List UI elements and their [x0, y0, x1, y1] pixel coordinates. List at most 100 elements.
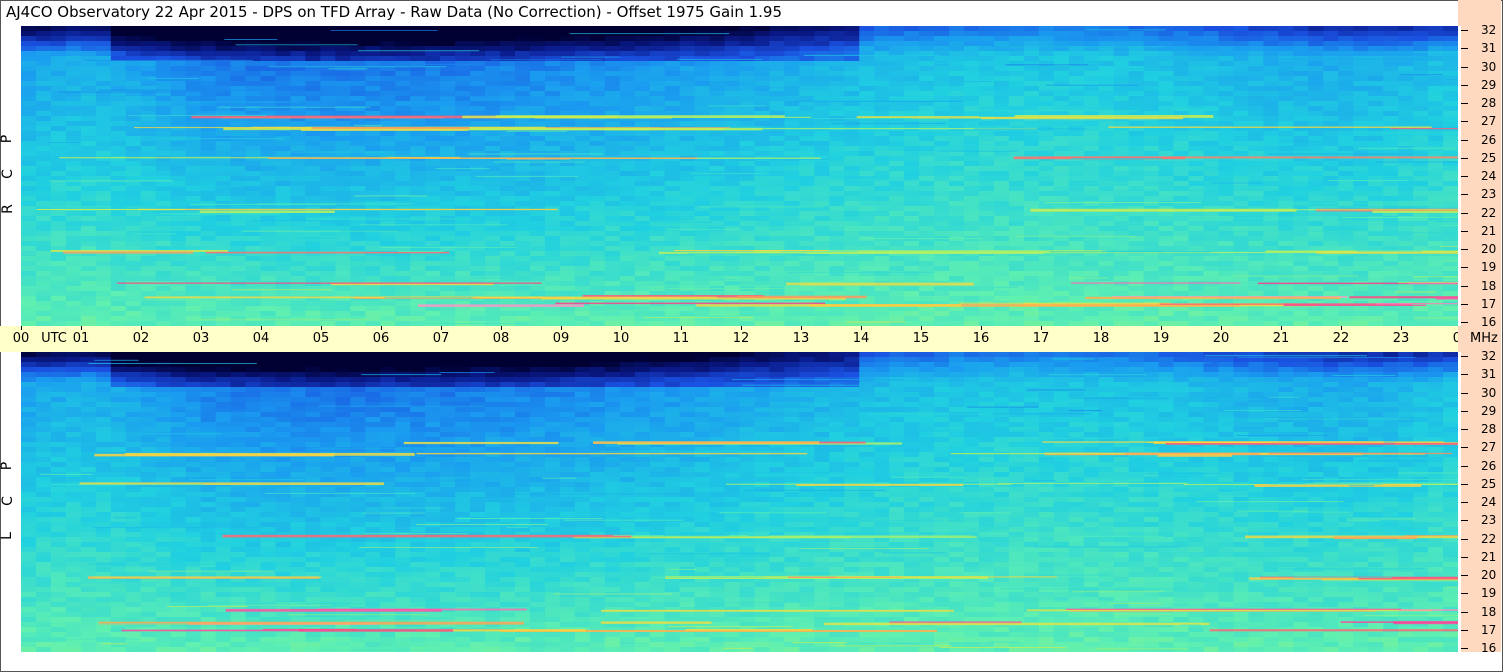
heatmap-cell — [619, 71, 636, 77]
heatmap-cell — [1248, 56, 1265, 62]
heatmap-cell — [1203, 96, 1220, 102]
heatmap-cell — [514, 31, 531, 37]
heatmap-cell — [35, 221, 52, 227]
heatmap-cell — [1083, 71, 1100, 77]
heatmap-cell — [754, 176, 771, 182]
heatmap-cell — [1248, 176, 1265, 182]
heatmap-cell — [829, 256, 845, 262]
heatmap-cell — [125, 131, 142, 137]
heatmap-cell — [889, 191, 905, 197]
heatmap-cell — [934, 106, 950, 112]
heatmap-cell — [80, 71, 97, 77]
heatmap-cell — [380, 41, 396, 47]
heatmap-cell — [65, 161, 82, 167]
heatmap-cell — [694, 196, 711, 202]
heatmap-cell — [1233, 76, 1250, 82]
heatmap-cell — [1083, 36, 1100, 42]
heatmap-cell — [559, 231, 576, 237]
heatmap-cell — [844, 136, 860, 142]
heatmap-cell — [694, 266, 711, 272]
heatmap-cell — [859, 86, 875, 92]
heatmap-cell — [140, 116, 157, 122]
heatmap-cell — [1248, 141, 1265, 147]
heatmap-cell — [724, 176, 741, 182]
heatmap-cell — [1278, 66, 1294, 72]
heatmap-cell — [919, 216, 935, 222]
heatmap-cell — [544, 41, 561, 47]
heatmap-cell — [290, 26, 307, 32]
heatmap-cell — [664, 56, 681, 62]
heatmap-cell — [470, 161, 486, 167]
heatmap-cell — [814, 76, 830, 82]
heatmap-cell — [1278, 41, 1294, 47]
heatmap-cell — [754, 141, 771, 147]
heatmap-cell — [904, 131, 920, 137]
heatmap-cell — [709, 241, 726, 247]
heatmap-cell — [1068, 196, 1085, 202]
heatmap-cell — [35, 276, 52, 282]
heatmap-cell — [245, 236, 262, 242]
heatmap-cell — [440, 101, 456, 107]
heatmap-cell — [380, 101, 396, 107]
heatmap-cell — [1173, 276, 1190, 282]
heatmap-cell — [230, 26, 247, 32]
heatmap-cell — [679, 211, 696, 217]
heatmap-cell — [185, 141, 202, 147]
heatmap-cell — [1083, 86, 1100, 92]
heatmap-cell — [65, 256, 82, 262]
heatmap-cell — [529, 216, 546, 222]
heatmap-cell — [125, 106, 142, 112]
heatmap-cell — [1428, 106, 1444, 112]
heatmap-cell — [769, 46, 786, 52]
heatmap-cell — [1023, 31, 1040, 37]
heatmap-cell — [1338, 36, 1354, 42]
heatmap-cell — [335, 231, 351, 237]
heatmap-cell — [65, 101, 82, 107]
heatmap-cell — [155, 261, 172, 267]
heatmap-cell — [859, 266, 875, 272]
heatmap-cell — [1278, 146, 1294, 152]
heatmap-cell — [993, 81, 1010, 87]
heatmap-cell — [754, 76, 771, 82]
heatmap-cell — [1218, 256, 1235, 262]
heatmap-cell — [320, 141, 336, 147]
heatmap-cell — [1263, 116, 1279, 122]
heatmap-cell — [140, 156, 157, 162]
heatmap-cell — [1383, 236, 1399, 242]
heatmap-cell — [649, 186, 666, 192]
heatmap-cell — [125, 151, 142, 157]
heatmap-cell — [395, 231, 411, 237]
heatmap-cell — [754, 106, 771, 112]
heatmap-cell — [500, 221, 516, 227]
heatmap-cell — [619, 206, 636, 212]
heatmap-cell — [500, 186, 516, 192]
heatmap-cell — [1173, 241, 1190, 247]
heatmap-cell — [1263, 71, 1279, 77]
heatmap-cell — [1158, 186, 1175, 192]
heatmap-cell — [1278, 81, 1294, 87]
heatmap-cell — [784, 51, 800, 57]
heatmap-cell — [1323, 71, 1339, 77]
heatmap-cell — [245, 166, 262, 172]
heatmap-cell — [1218, 116, 1235, 122]
heatmap-cell — [1428, 91, 1444, 97]
heatmap-cell — [844, 271, 860, 277]
heatmap-cell — [470, 226, 486, 232]
heatmap-cell — [1173, 216, 1190, 222]
heatmap-cell — [1008, 241, 1025, 247]
heatmap-cell — [874, 96, 890, 102]
heatmap-cell — [979, 101, 995, 107]
heatmap-cell — [245, 141, 262, 147]
heatmap-cell — [634, 166, 651, 172]
heatmap-cell — [155, 106, 172, 112]
heatmap-cell — [425, 51, 441, 57]
heatmap-cell — [335, 211, 351, 217]
heatmap-cell — [1398, 41, 1414, 47]
heatmap-cell — [1083, 91, 1100, 97]
heatmap-cell — [380, 161, 396, 167]
heatmap-cell — [1008, 256, 1025, 262]
heatmap-cell — [65, 61, 82, 67]
heatmap-cell — [380, 246, 396, 252]
heatmap-cell — [260, 181, 277, 187]
heatmap-cell — [140, 136, 157, 142]
